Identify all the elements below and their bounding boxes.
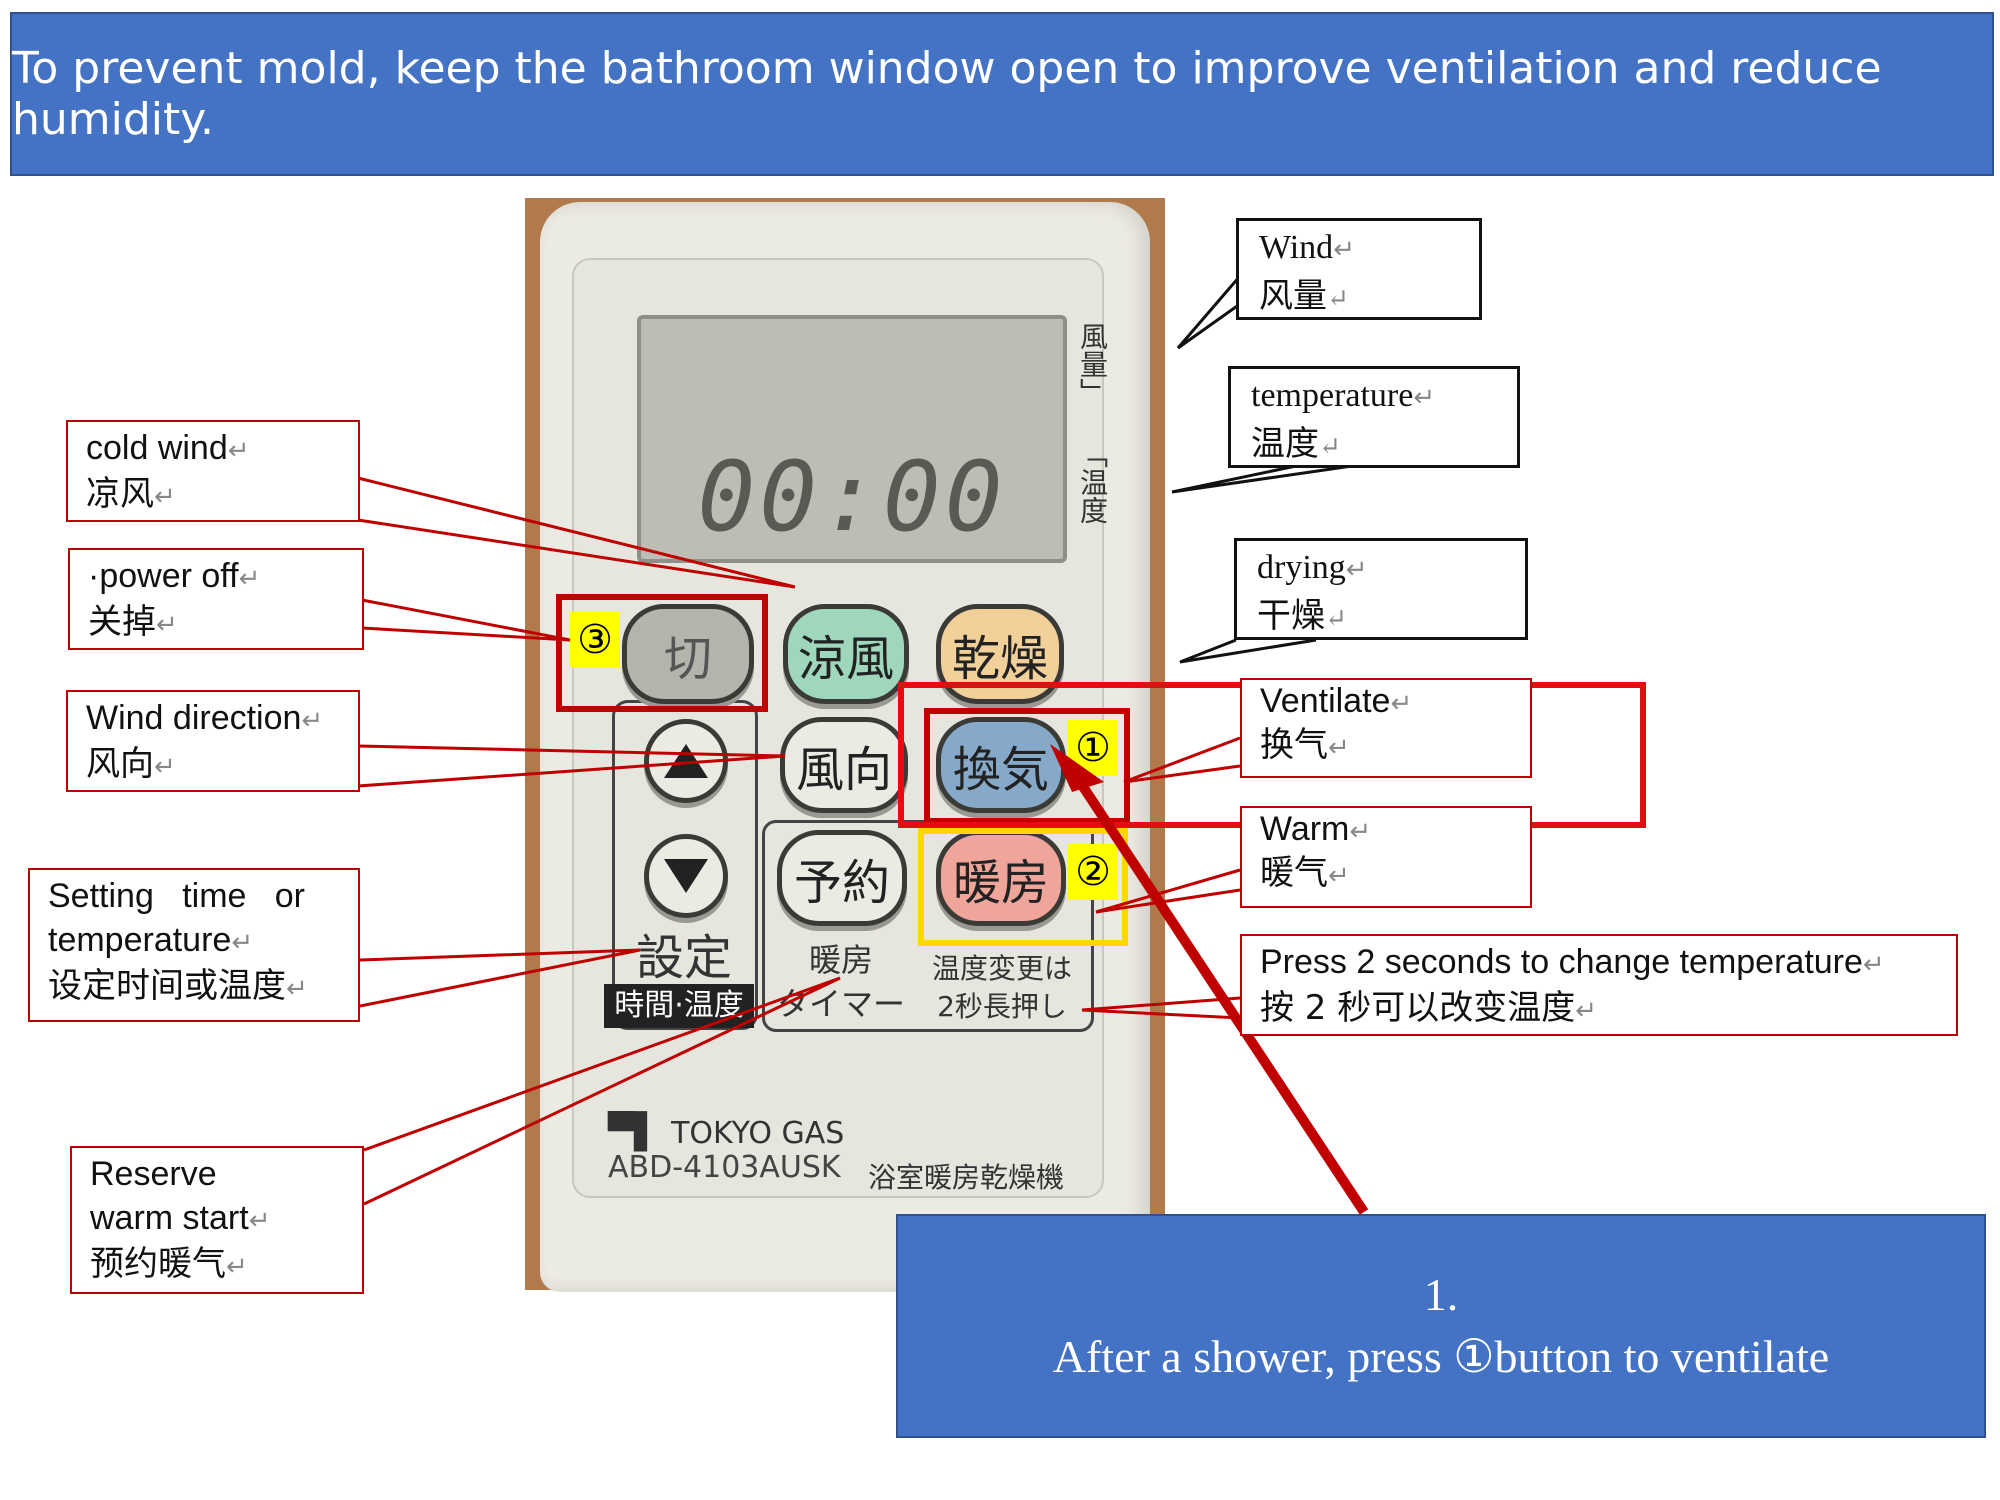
arrow-down-icon (664, 859, 708, 893)
reserve-button[interactable]: 予約 (777, 830, 907, 926)
callout-cold-wind: cold wind↵ 凉风↵ (66, 420, 360, 522)
temperature-cn: 温度 (1251, 424, 1319, 464)
warm-cn: 暖气 (1260, 853, 1328, 893)
return-mark-icon: ↵ (154, 482, 176, 512)
return-mark-icon: ↵ (1862, 949, 1885, 979)
lcd-time: 00:00 (697, 441, 1007, 553)
reserve-en-line1: Reserve (90, 1155, 217, 1193)
return-mark-icon: ↵ (1319, 432, 1341, 462)
callout-wind-direction: Wind direction↵ 风向↵ (66, 690, 360, 792)
callout-temperature: temperature↵ 温度↵ (1228, 366, 1520, 468)
temp-change-label: 温度変更は 2秒長押し (931, 952, 1072, 1023)
side-label-temp: 「温度 (1076, 440, 1109, 524)
return-mark-icon: ↵ (1333, 235, 1355, 264)
callout-power-off: ·power off↵ 关掉↵ (68, 548, 364, 650)
wind-direction-cn: 风向 (86, 744, 154, 784)
return-mark-icon: ↵ (227, 435, 250, 465)
callout-drying: drying↵ 干燥↵ (1234, 538, 1528, 640)
warm-en: Warm (1260, 810, 1350, 848)
ventilate-en: Ventilate (1260, 682, 1391, 720)
set-sub-label: 時間·温度 (604, 984, 754, 1028)
setting-en-line2: temperature (48, 921, 232, 959)
top-banner: To prevent mold, keep the bathroom windo… (10, 12, 1994, 176)
return-mark-icon: ↵ (1328, 733, 1350, 763)
return-mark-icon: ↵ (1327, 284, 1349, 314)
badge-two: ② (1068, 844, 1118, 900)
return-mark-icon: ↵ (1345, 555, 1368, 584)
model-number: ABD-4103AUSK (608, 1150, 841, 1185)
callout-warm: Warm↵ 暖气↵ (1240, 806, 1532, 908)
return-mark-icon: ↵ (231, 927, 254, 957)
brand-logo: ▀▌ TOKYO GAS (608, 1112, 845, 1152)
ventilate-cn: 换气 (1260, 725, 1328, 765)
banner-text: To prevent mold, keep the bathroom windo… (12, 43, 1882, 145)
up-button[interactable] (644, 719, 728, 803)
product-name: 浴室暖房乾燥機 (868, 1161, 1065, 1194)
press-en: Press 2 seconds to change temperature (1260, 943, 1863, 981)
return-mark-icon: ↵ (1390, 688, 1413, 718)
brand-name: TOKYO GAS (671, 1116, 845, 1151)
return-mark-icon: ↵ (1325, 604, 1347, 634)
return-mark-icon: ↵ (154, 752, 176, 782)
cold-wind-en: cold wind (86, 429, 228, 467)
cold-wind-cn: 凉风 (86, 474, 154, 514)
callout-setting: Setting time or temperature↵ 设定时间或温度↵ (28, 868, 360, 1022)
wind-direction-en: Wind direction (86, 699, 302, 737)
return-mark-icon: ↵ (301, 705, 324, 735)
wind-direction-button[interactable]: 風向 (780, 717, 908, 813)
power-off-en: ·power off (88, 557, 239, 595)
power-off-cn: 关掉 (88, 602, 156, 642)
drying-cn: 干燥 (1257, 596, 1325, 636)
arrow-up-icon (664, 744, 708, 778)
side-label-wind: 風量」 (1076, 322, 1109, 406)
callout-reserve: Reserve warm start↵ 预约暖气↵ (70, 1146, 364, 1294)
set-label: 設定 (636, 930, 733, 986)
instruction-box: 1. After a shower, press ①button to vent… (896, 1214, 1986, 1438)
return-mark-icon: ↵ (1575, 996, 1598, 1026)
instruction-step: 1. (1423, 1269, 1459, 1320)
reserve-en-line2: warm start (90, 1199, 249, 1237)
wind-en: Wind (1259, 229, 1334, 266)
wind-cn: 风量 (1259, 276, 1327, 316)
return-mark-icon: ↵ (226, 1252, 248, 1282)
leader-drying (1179, 638, 1317, 664)
instruction-text: After a shower, press ①button to ventila… (1052, 1331, 1830, 1382)
setting-en-line1: Setting time or (48, 877, 305, 915)
callout-press-temperature: Press 2 seconds to change temperature↵ 按… (1240, 934, 1958, 1036)
lcd-display: 00:00 (637, 315, 1067, 563)
cool-wind-button[interactable]: 涼風 (783, 604, 909, 704)
reserve-sub-label: 暖房 タイマー (776, 941, 905, 1023)
return-mark-icon: ↵ (1328, 861, 1350, 891)
setting-cn: 设定时间或温度 (48, 966, 286, 1006)
return-mark-icon: ↵ (238, 563, 261, 593)
temperature-en: temperature (1251, 377, 1414, 414)
return-mark-icon: ↵ (248, 1205, 271, 1235)
drying-en: drying (1257, 549, 1346, 586)
reserve-cn: 预约暖气 (90, 1244, 226, 1284)
press-cn: 按 2 秒可以改变温度 (1260, 988, 1576, 1028)
badge-three: ③ (570, 612, 620, 668)
callout-wind: Wind↵ 风量↵ (1236, 218, 1482, 320)
down-button[interactable] (644, 834, 728, 918)
return-mark-icon: ↵ (1413, 383, 1436, 412)
return-mark-icon: ↵ (156, 610, 178, 640)
badge-one: ① (1068, 720, 1118, 776)
return-mark-icon: ↵ (1349, 816, 1372, 846)
leader-wind (1176, 275, 1242, 350)
callout-ventilate: Ventilate↵ 换气↵ (1240, 678, 1532, 778)
return-mark-icon: ↵ (286, 974, 308, 1004)
